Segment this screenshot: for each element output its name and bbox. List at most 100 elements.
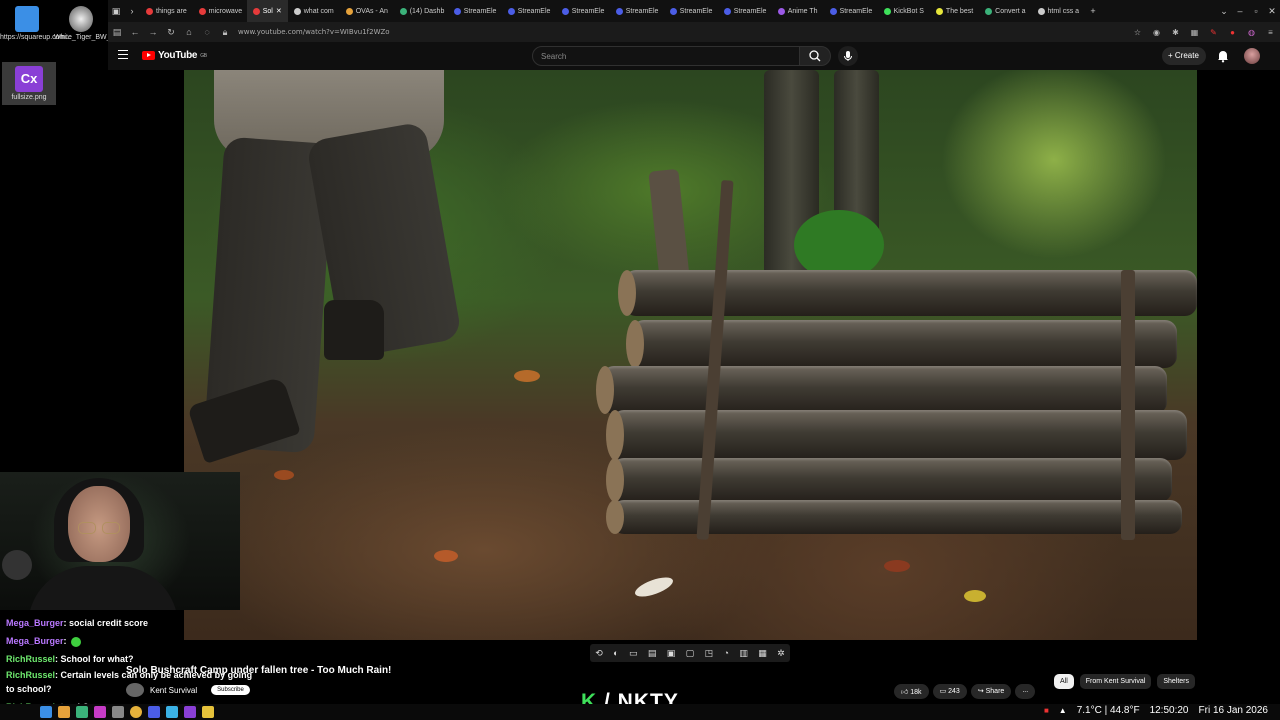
browser-tab[interactable]: StreamEle [448,0,502,22]
like-button[interactable]: 👍︎ 18k [894,684,929,699]
extension-icon[interactable]: ▦ [1185,28,1204,37]
desktop-icon-image[interactable]: White_Tiger_BW_RoundTyp... [54,2,148,42]
tray-icon[interactable]: ■ [1044,706,1049,715]
browser-tab[interactable]: Convert a [979,0,1031,22]
youtube-header: YouTube GB Search + Create [108,42,1280,70]
create-button[interactable]: + Create [1162,47,1206,65]
search-button[interactable] [799,46,831,66]
tab-label: StreamEle [733,7,767,15]
browser-tab[interactable]: microwave [193,0,247,22]
bookmark-star-icon[interactable]: ☆ [1128,28,1147,37]
chrome-icon[interactable] [130,706,142,718]
new-tab-button[interactable]: + [1085,6,1101,16]
browser-tab[interactable]: StreamEle [610,0,664,22]
browser-tab[interactable]: Sol ✕ [246,0,288,22]
tab-favicon-icon [146,7,153,15]
close-tab-icon[interactable]: ✕ [276,7,282,15]
settings-icon[interactable]: ✲ [777,648,785,659]
reload-icon[interactable]: ↻ [162,27,180,38]
tab-favicon-icon [507,7,515,15]
browser-tab[interactable]: what com [288,0,340,22]
browser-tab[interactable]: Anime Th [772,0,824,22]
more-actions-button[interactable]: ... [1015,684,1036,699]
url-field[interactable]: www.youtube.com/watch?v=WIBvu1f2WZo [234,28,1128,36]
tab-actions-icon[interactable]: ▣ [108,6,124,17]
puzzle-icon[interactable]: ✱ [1166,28,1185,37]
app-icon[interactable] [40,706,52,718]
chip-shelters[interactable]: Shelters [1157,674,1195,689]
log [606,458,1172,502]
minimize-icon[interactable]: – [1232,6,1248,16]
youtube-logo-text: YouTube [158,50,198,61]
desktop-icon-selected[interactable]: Cx fullsize.png [2,62,56,105]
app-icon[interactable] [112,706,124,718]
home-icon[interactable]: ⌂ [180,27,198,37]
screenshot-icon[interactable]: ◳ [705,648,714,659]
folder-icon[interactable] [58,706,70,718]
browser-tab[interactable]: The best [930,0,979,22]
close-window-icon[interactable]: ✕ [1264,6,1280,17]
leaf [274,470,294,480]
extension-icon[interactable]: ● [1223,28,1242,37]
sidebar-toggle-icon[interactable]: ▤ [108,27,126,38]
pip-icon[interactable]: ▢ [686,648,695,659]
youtube-logo[interactable]: YouTube GB [142,50,207,61]
log [618,270,1197,316]
tab-favicon-icon [453,7,461,15]
lock-icon[interactable]: 🔒︎ [216,27,234,38]
menu-icon[interactable]: ≡ [1261,28,1280,37]
tab-scroll-icon[interactable]: › [124,6,140,16]
comments-button[interactable]: ▭ 243 [932,684,967,699]
tab-label: StreamEle [517,7,551,15]
tab-search-icon[interactable]: ⌄ [1216,6,1232,17]
app-icon[interactable] [202,706,214,718]
browser-tab[interactable]: KickBot S [878,0,930,22]
loop-icon[interactable]: ⟲ [595,648,603,659]
miniplayer-icon[interactable]: ▤ [648,648,657,659]
chip-from-channel[interactable]: From Kent Survival [1079,674,1152,689]
tab-label: things are [156,7,187,15]
shield-icon[interactable]: ◌ [198,27,216,37]
extension-icon[interactable]: ◉ [1147,28,1166,37]
video-player[interactable] [184,70,1197,640]
browser-tab[interactable]: StreamEle [502,0,556,22]
channel-avatar[interactable] [126,683,144,697]
app-icon[interactable] [184,706,196,718]
browser-tab[interactable]: StreamEle [664,0,718,22]
captions-icon[interactable]: ▭ [629,648,638,659]
notifications-bell-icon[interactable] [1216,49,1230,63]
app-icon[interactable] [148,706,160,718]
subscribe-button[interactable]: Subscribe [211,685,250,695]
profile-icon[interactable]: ◍ [1242,28,1261,37]
voice-search-button[interactable] [838,46,858,66]
desktop-icon-file[interactable]: https://squareup.com... [0,2,71,42]
app-icon[interactable] [94,706,106,718]
share-button[interactable]: ↪ Share [970,684,1012,699]
browser-tab[interactable]: (14) Dashb [394,0,448,22]
forward-icon[interactable]: → [144,27,162,37]
channel-name[interactable]: Kent Survival [150,686,197,695]
audio-icon[interactable]: ◐ [613,648,618,658]
browser-tab[interactable]: StreamEle [556,0,610,22]
chip-all[interactable]: All [1054,674,1074,689]
youtube-region-code: GB [200,52,207,59]
browser-tab[interactable]: StreamEle [824,0,878,22]
hamburger-menu-icon[interactable] [118,50,128,59]
browser-tab[interactable]: OVAs - An [340,0,394,22]
browser-tab[interactable]: StreamEle [718,0,772,22]
browser-tab[interactable]: things are [140,0,193,22]
back-icon[interactable]: ← [126,27,144,37]
grid-icon[interactable]: ▦ [758,648,767,659]
stats-icon[interactable]: ▥ [739,648,748,659]
theater-icon[interactable]: ▣ [667,648,676,659]
log [606,410,1187,460]
browser-tab[interactable]: html css a [1032,0,1086,22]
speed-icon[interactable]: ◔ [723,648,728,658]
app-icon[interactable] [166,706,178,718]
maximize-icon[interactable]: ▫ [1248,6,1264,16]
search-input[interactable]: Search [532,46,800,66]
extension-icon[interactable]: ✎ [1204,28,1223,37]
app-icon[interactable] [76,706,88,718]
account-avatar[interactable] [1244,48,1260,64]
network-icon[interactable]: ▲ [1059,706,1067,715]
